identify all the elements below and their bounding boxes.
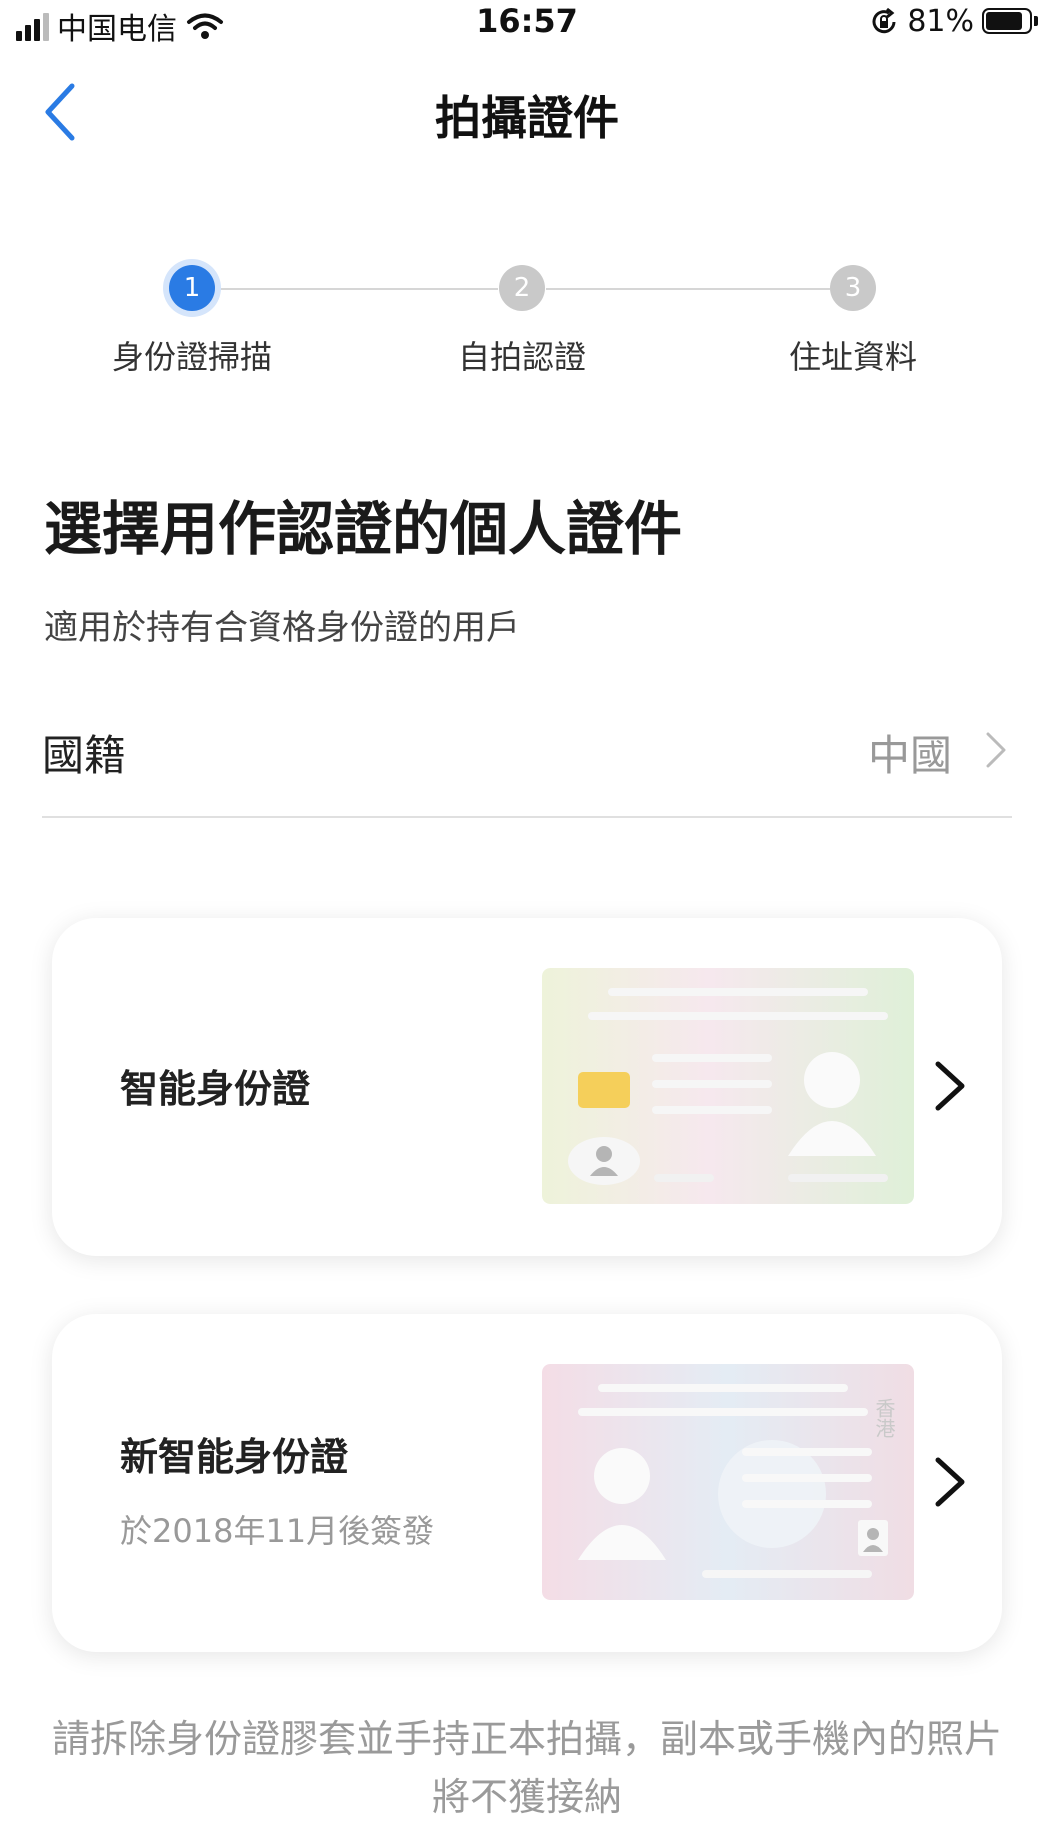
page-title: 拍攝證件	[435, 91, 619, 145]
chevron-right-icon	[935, 1061, 965, 1111]
step-connector	[546, 288, 830, 290]
status-right: 81%	[869, 4, 1040, 39]
step-1-indicator: 1	[169, 265, 215, 311]
step-3-label: 住址資料	[788, 338, 917, 376]
chevron-right-icon	[986, 732, 1006, 768]
step-2-label: 自拍認證	[457, 338, 586, 376]
progress-stepper: 1 2 3 身份證掃描 自拍認證 住址資料	[0, 260, 1054, 380]
smart-id-illustration	[542, 968, 914, 1204]
step-connector	[216, 288, 498, 290]
step-2-indicator: 2	[499, 265, 545, 311]
chevron-right-icon	[935, 1457, 965, 1507]
section-subtext: 適用於持有合資格身份證的用戶	[44, 608, 520, 648]
status-bar: 中国电信 16:57 81%	[0, 0, 1054, 47]
battery-percent: 81%	[907, 4, 974, 39]
footnote-text: 請拆除身份證膠套並手持正本拍攝，副本或手機內的照片將不獲接納	[51, 1717, 1002, 1819]
nationality-label: 國籍	[42, 731, 127, 780]
step-1-label: 身份證掃描	[111, 338, 272, 376]
nationality-value: 中國	[867, 731, 952, 780]
card-vertical-text: 香港	[872, 1398, 896, 1438]
battery-icon	[982, 7, 1040, 36]
nationality-row[interactable]: 國籍 中國	[42, 710, 1012, 820]
step-3-indicator: 3	[830, 265, 876, 311]
rotation-lock-icon	[872, 7, 896, 33]
section-heading: 選擇用作認證的個人證件	[44, 495, 683, 563]
card-title: 新智能身份證	[120, 1435, 349, 1479]
new-smart-id-illustration: 香港	[542, 1364, 914, 1600]
new-smart-id-card-option[interactable]: 新智能身份證 於2018年11月後簽發 香港	[52, 1314, 1002, 1652]
nav-bar: 拍攝證件	[0, 60, 1054, 170]
divider	[42, 816, 1012, 818]
card-title: 智能身份證	[120, 1067, 311, 1111]
smart-id-card-option[interactable]: 智能身份證	[52, 918, 1002, 1256]
card-subtitle: 於2018年11月後簽發	[120, 1512, 435, 1550]
